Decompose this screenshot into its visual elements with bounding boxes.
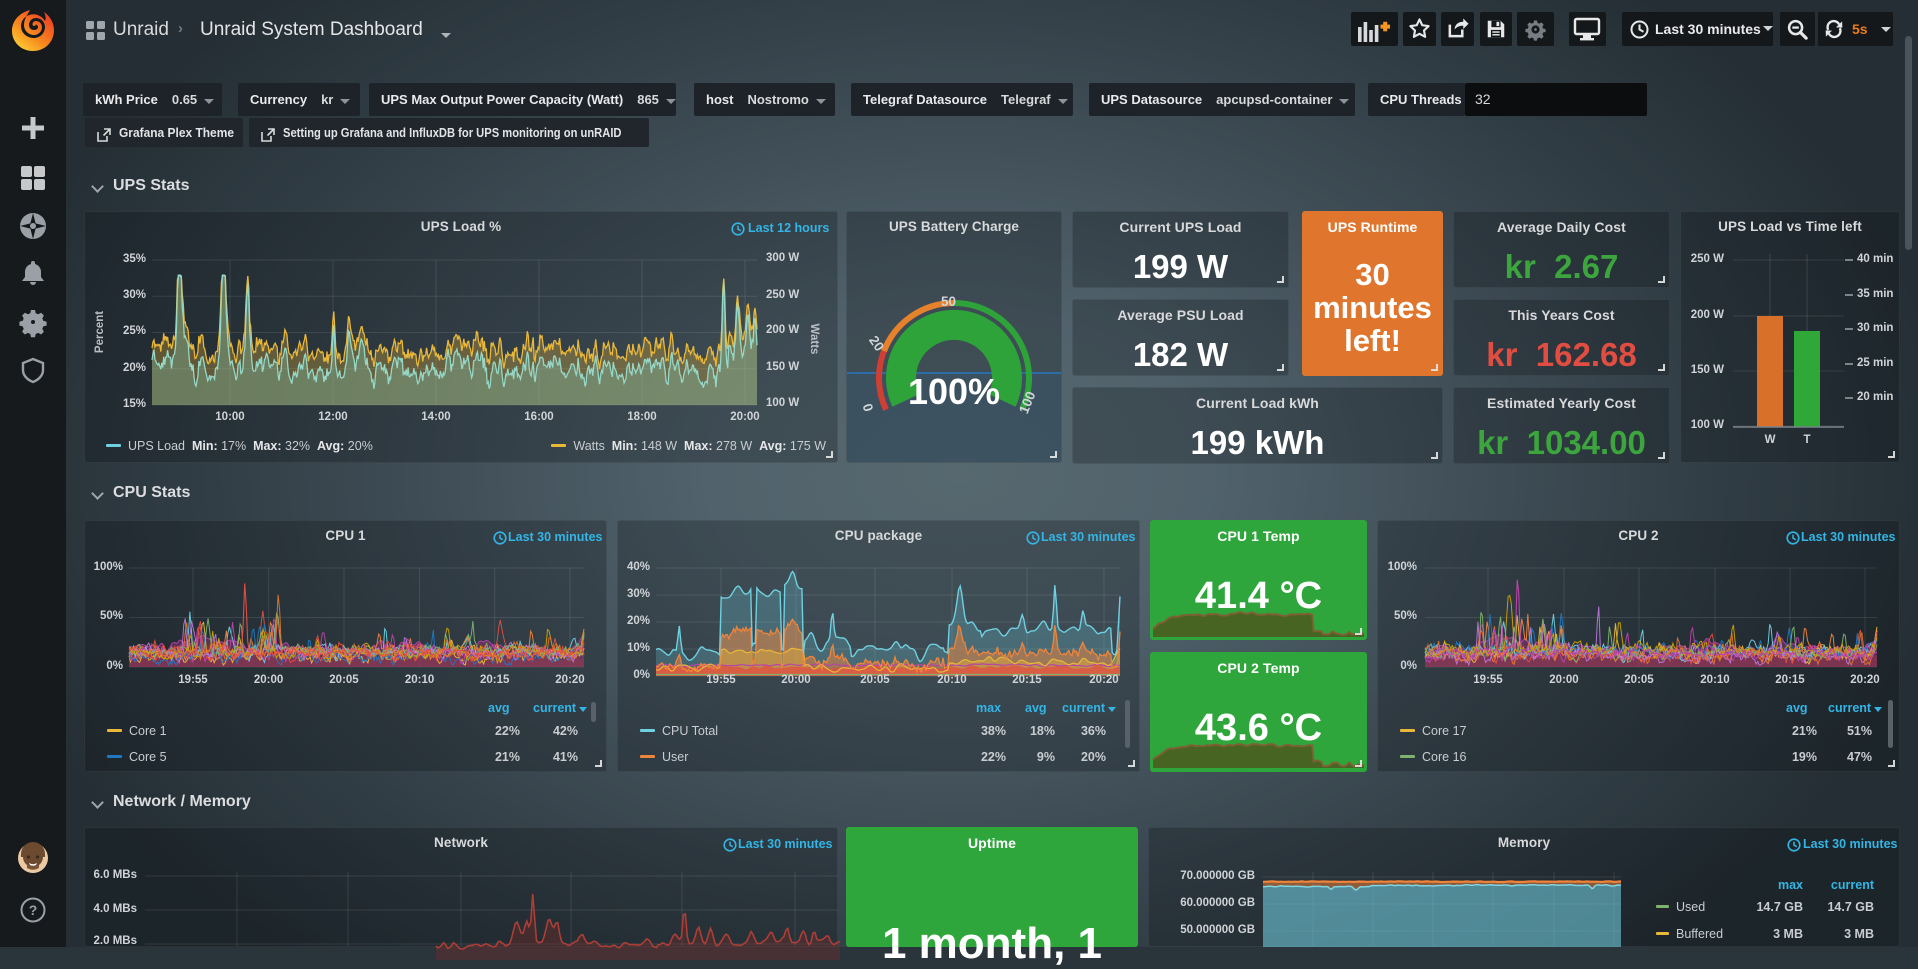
svg-text:?: ? (29, 902, 38, 918)
